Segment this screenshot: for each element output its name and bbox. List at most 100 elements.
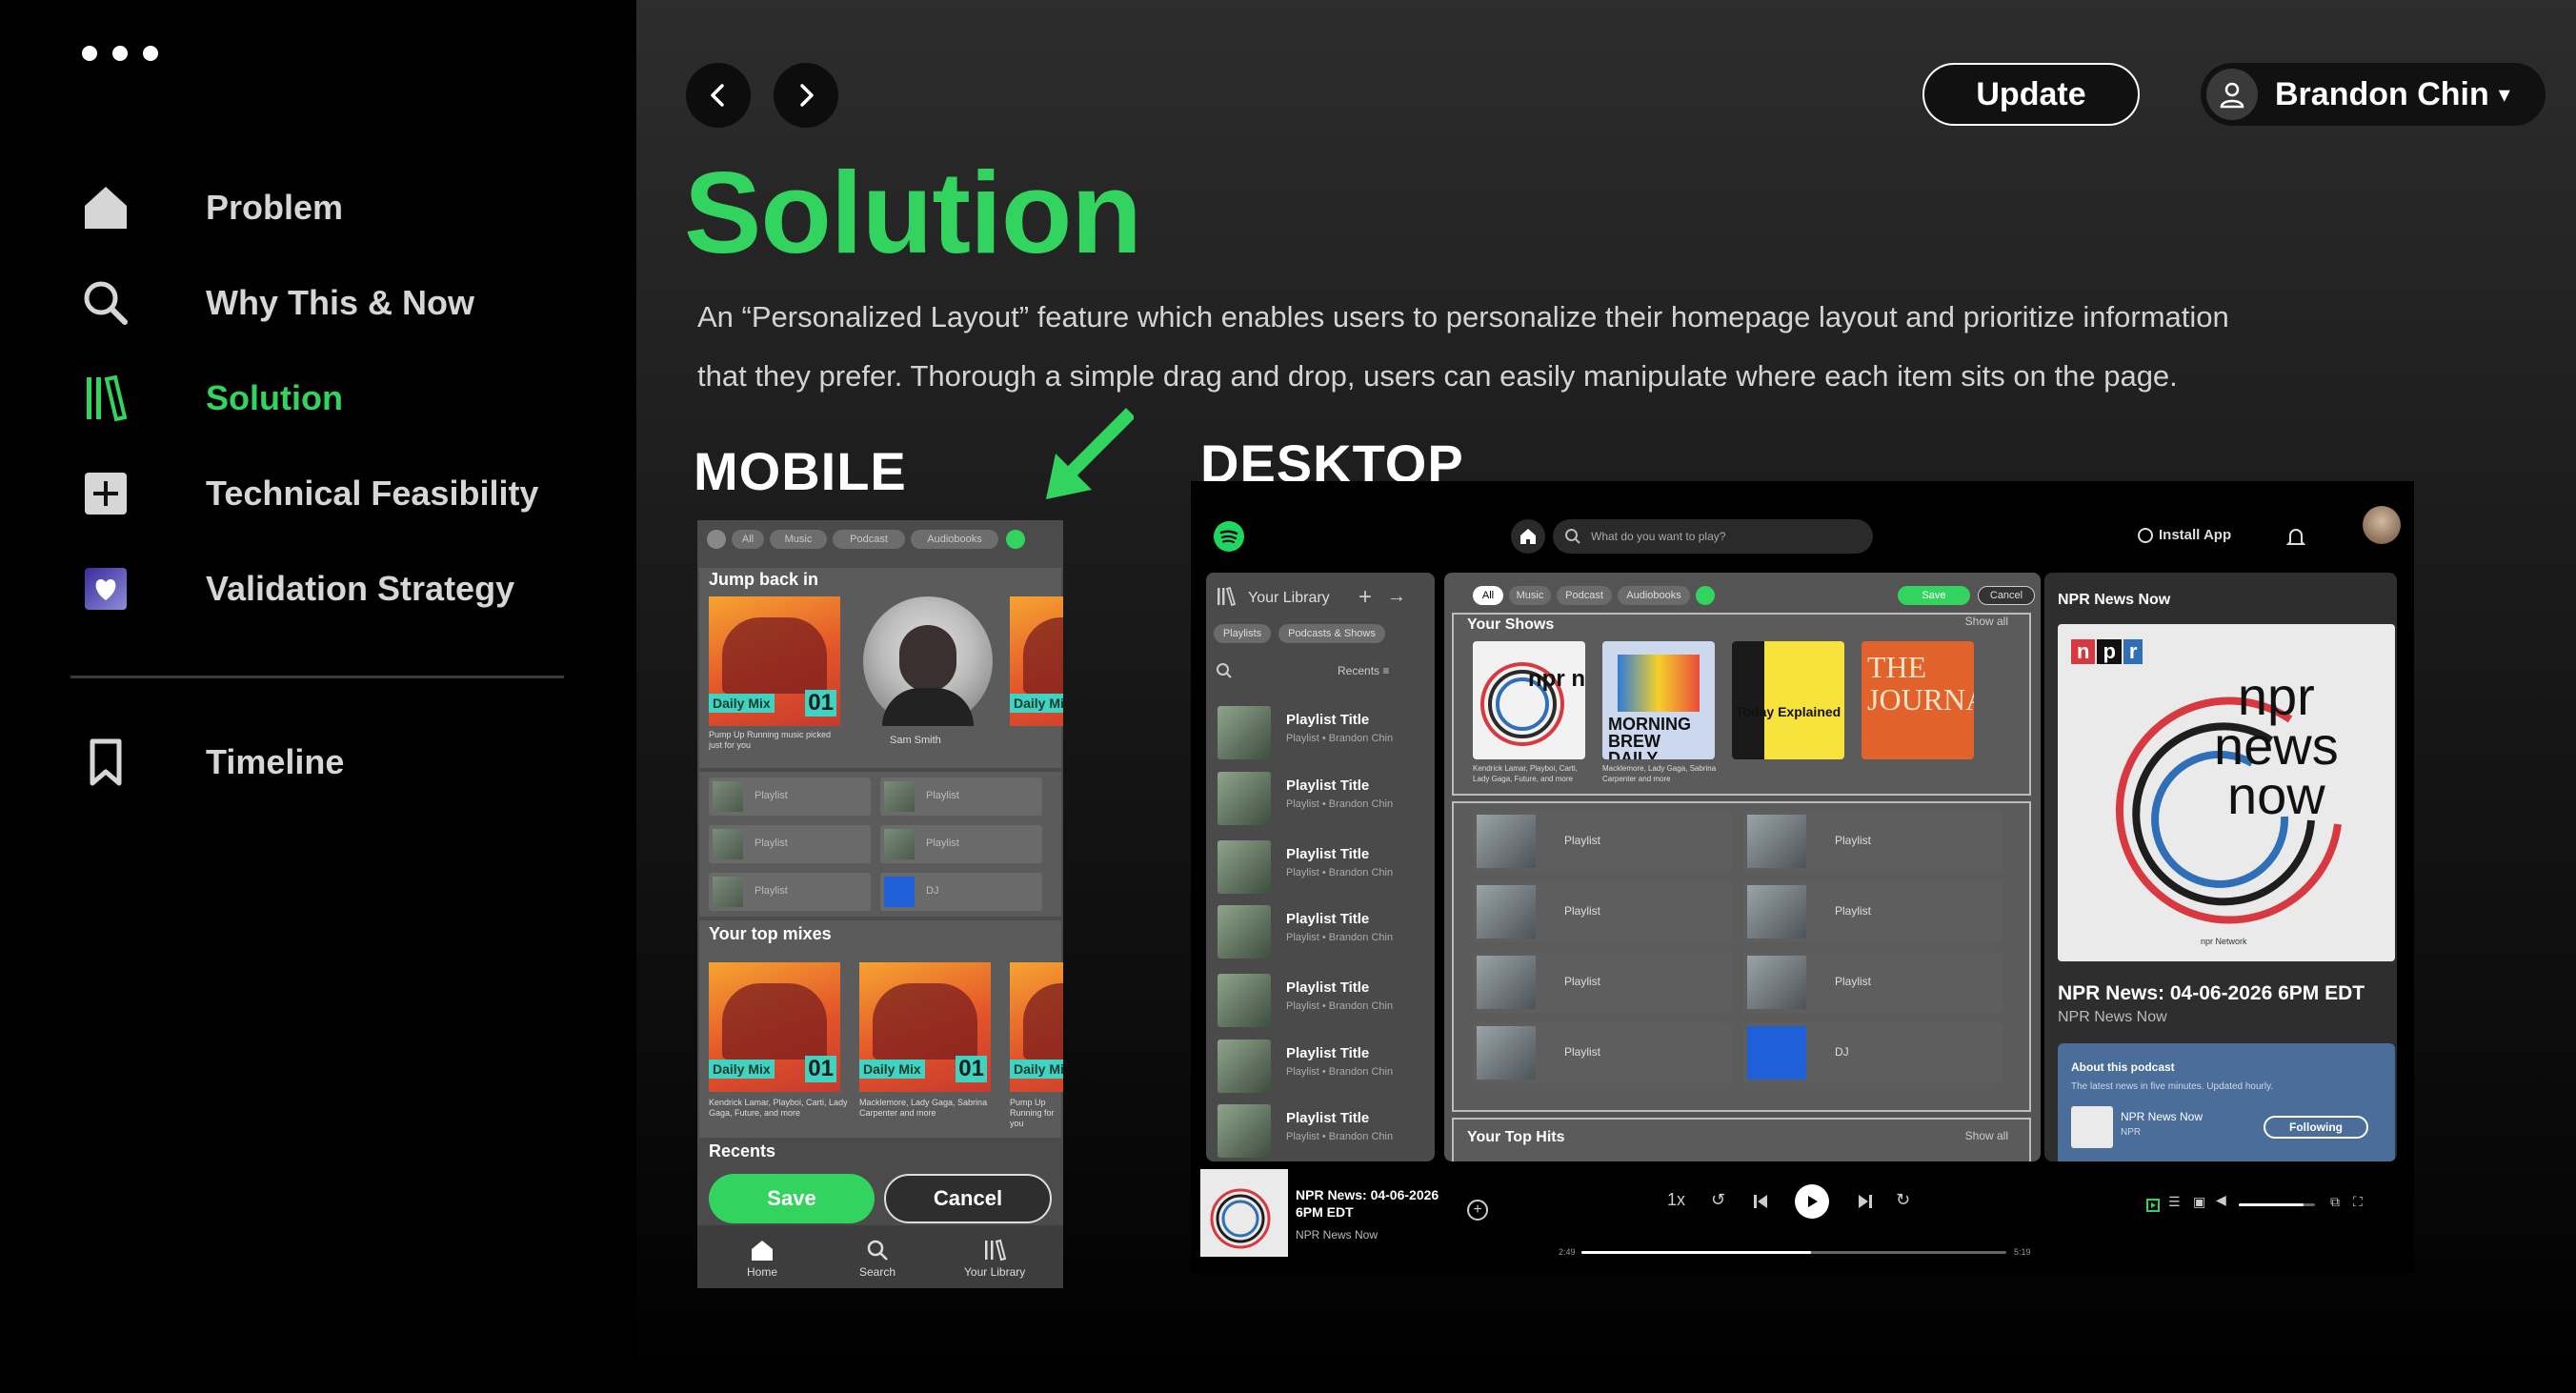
connect-device-icon[interactable]: ▣ [2193,1194,2205,1210]
mini-player-icon[interactable]: ⧉ [2330,1194,2340,1210]
playlist-row[interactable]: Playlist [880,825,1042,863]
library-chip-playlists[interactable]: Playlists [1214,624,1271,643]
edit-layout-icon[interactable] [1006,530,1025,549]
top-mix-tile[interactable]: Daily Mix 01 [709,962,840,1092]
forward-15-icon[interactable]: ↻ [1896,1190,1910,1210]
mobile-section-playlists[interactable]: Playlist Playlist Playlist Playlist Play… [699,772,1061,917]
library-item[interactable]: Playlist Title Playlist • Brandon Chin [1214,1100,1435,1158]
mobile-chip-all[interactable]: All [732,530,764,549]
mobile-bottom-nav: Home Search Your Library [697,1225,1063,1288]
spotify-logo-icon[interactable] [1214,521,1244,552]
playlist-row[interactable]: Playlist [709,873,871,911]
desktop-playlist[interactable]: Playlist [1473,811,1732,872]
mobile-cancel-button[interactable]: Cancel [884,1174,1052,1223]
top-mix-tile[interactable]: Daily Mix [1010,962,1063,1092]
top-hits-section[interactable]: Your Top Hits Show all [1452,1118,2031,1161]
desktop-playlist[interactable]: Playlist [1743,881,2002,942]
play-button[interactable] [1795,1184,1829,1219]
top-hits-show-all[interactable]: Show all [1965,1129,2008,1142]
library-item[interactable]: Playlist Title Playlist • Brandon Chin [1214,837,1435,894]
mobile-section-jump-back-in[interactable]: Jump back in Daily Mix 01 Pump Up Runnin… [699,568,1063,768]
desktop-save-button[interactable]: Save [1898,586,1970,605]
install-app-link[interactable]: Install App [2138,527,2231,544]
desktop-search-bar[interactable]: What do you want to play? [1553,519,1873,554]
add-icon[interactable]: + [1467,1200,1488,1221]
player-artwork[interactable] [1200,1169,1288,1257]
nav-item-why-this-now[interactable]: Why This & Now [76,265,474,341]
update-button[interactable]: Update [1922,63,2140,126]
more-options-icon[interactable] [82,46,158,61]
home-button[interactable] [1511,519,1545,554]
search-icon[interactable] [1216,662,1233,679]
show-card-npr[interactable]: npr news now [1473,641,1585,759]
dj-row[interactable]: DJ [880,873,1042,911]
recents-sort[interactable]: Recents ≡ [1338,664,1389,677]
filter-chip-audiobooks[interactable]: Audiobooks [1618,586,1690,605]
previous-icon[interactable] [1751,1192,1770,1211]
library-item[interactable]: Playlist Title Playlist • Brandon Chin [1214,1036,1435,1093]
volume-icon[interactable]: ◀ [2216,1192,2226,1208]
nav-item-timeline[interactable]: Timeline [76,724,344,800]
following-button[interactable]: Following [2264,1116,2368,1139]
desktop-cancel-button[interactable]: Cancel [1978,586,2035,605]
chevron-right-icon [800,84,814,107]
daily-mix-label-2: Daily Mix [1010,694,1063,713]
next-icon[interactable] [1856,1192,1875,1211]
mobile-tab-search[interactable]: Search [859,1239,896,1279]
arrow-right-icon[interactable]: → [1387,586,1406,608]
mobile-save-button[interactable]: Save [709,1174,875,1223]
mobile-chip-audiobooks[interactable]: Audiobooks [911,530,998,549]
library-item[interactable]: Playlist Title Playlist • Brandon Chin [1214,768,1435,825]
desktop-playlist[interactable]: Playlist [1743,952,2002,1013]
daily-mix-tile-2[interactable]: Daily Mix [1010,596,1063,726]
progress-bar[interactable] [1581,1251,2006,1254]
playlist-row[interactable]: Playlist [880,777,1042,816]
playlist-row[interactable]: Playlist [709,777,871,816]
desktop-dj[interactable]: DJ [1743,1022,2002,1083]
desktop-mockup: What do you want to play? Install App Yo… [1191,481,2414,1274]
desktop-playlist[interactable]: Playlist [1473,881,1732,942]
show-card-the-journal[interactable]: THE JOURNAL. [1862,641,1974,759]
desktop-playlist[interactable]: Playlist [1473,1022,1732,1083]
top-mix-tile[interactable]: Daily Mix 01 [859,962,991,1092]
show-card-morning-brew[interactable]: MORNING BREW DAILY [1602,641,1715,759]
back-button[interactable] [686,63,751,128]
queue-icon[interactable]: ☰ [2168,1194,2181,1210]
edit-layout-icon[interactable] [1696,586,1715,605]
show-card-today-explained[interactable]: Today Explained [1732,641,1844,759]
library-chip-podcasts[interactable]: Podcasts & Shows [1278,624,1385,643]
playback-speed[interactable]: 1x [1667,1190,1685,1210]
plus-icon[interactable]: + [1358,584,1372,611]
mobile-chip-podcast[interactable]: Podcast [833,530,905,549]
filter-chip-podcast[interactable]: Podcast [1557,586,1612,605]
filter-chip-all[interactable]: All [1473,586,1503,605]
mobile-chip-music[interactable]: Music [770,530,827,549]
forward-button[interactable] [774,63,838,128]
volume-slider[interactable] [2239,1203,2315,1206]
desktop-playlist[interactable]: Playlist [1743,811,2002,872]
desktop-avatar[interactable] [2363,506,2401,544]
mobile-section-top-mixes[interactable]: Your top mixes Daily Mix 01 Daily Mix 01… [699,920,1063,1138]
rewind-15-icon[interactable]: ↺ [1711,1190,1725,1210]
library-item[interactable]: Playlist Title Playlist • Brandon Chin [1214,702,1435,759]
nav-item-technical-feasibility[interactable]: Technical Feasibility [76,455,538,532]
library-item[interactable]: Playlist Title Playlist • Brandon Chin [1214,901,1435,959]
user-menu[interactable]: Brandon Chin ▾ [2201,63,2546,126]
mobile-tab-library[interactable]: Your Library [964,1239,1025,1279]
your-shows-show-all[interactable]: Show all [1965,615,2008,628]
nav-item-validation-strategy[interactable]: Validation Strategy [76,551,514,627]
nav-item-solution[interactable]: Solution [76,360,343,436]
library-item[interactable]: Playlist Title Playlist • Brandon Chin [1214,970,1435,1027]
nav-label-technical-feasibility: Technical Feasibility [206,474,539,513]
desktop-playlist[interactable]: Playlist [1473,952,1732,1013]
nav-item-problem[interactable]: Problem [76,170,343,246]
mobile-tab-home[interactable]: Home [747,1239,777,1279]
daily-mix-tile[interactable]: Daily Mix 01 [709,596,840,726]
fullscreen-icon[interactable]: ⛶ [2353,1194,2363,1210]
playlist-row[interactable]: Playlist [709,825,871,863]
page-title: Solution [684,148,1142,277]
bell-icon[interactable] [2286,527,2305,548]
filter-chip-music[interactable]: Music [1509,586,1551,605]
artist-avatar[interactable] [863,596,993,726]
now-playing-view-icon[interactable] [2145,1198,2161,1213]
